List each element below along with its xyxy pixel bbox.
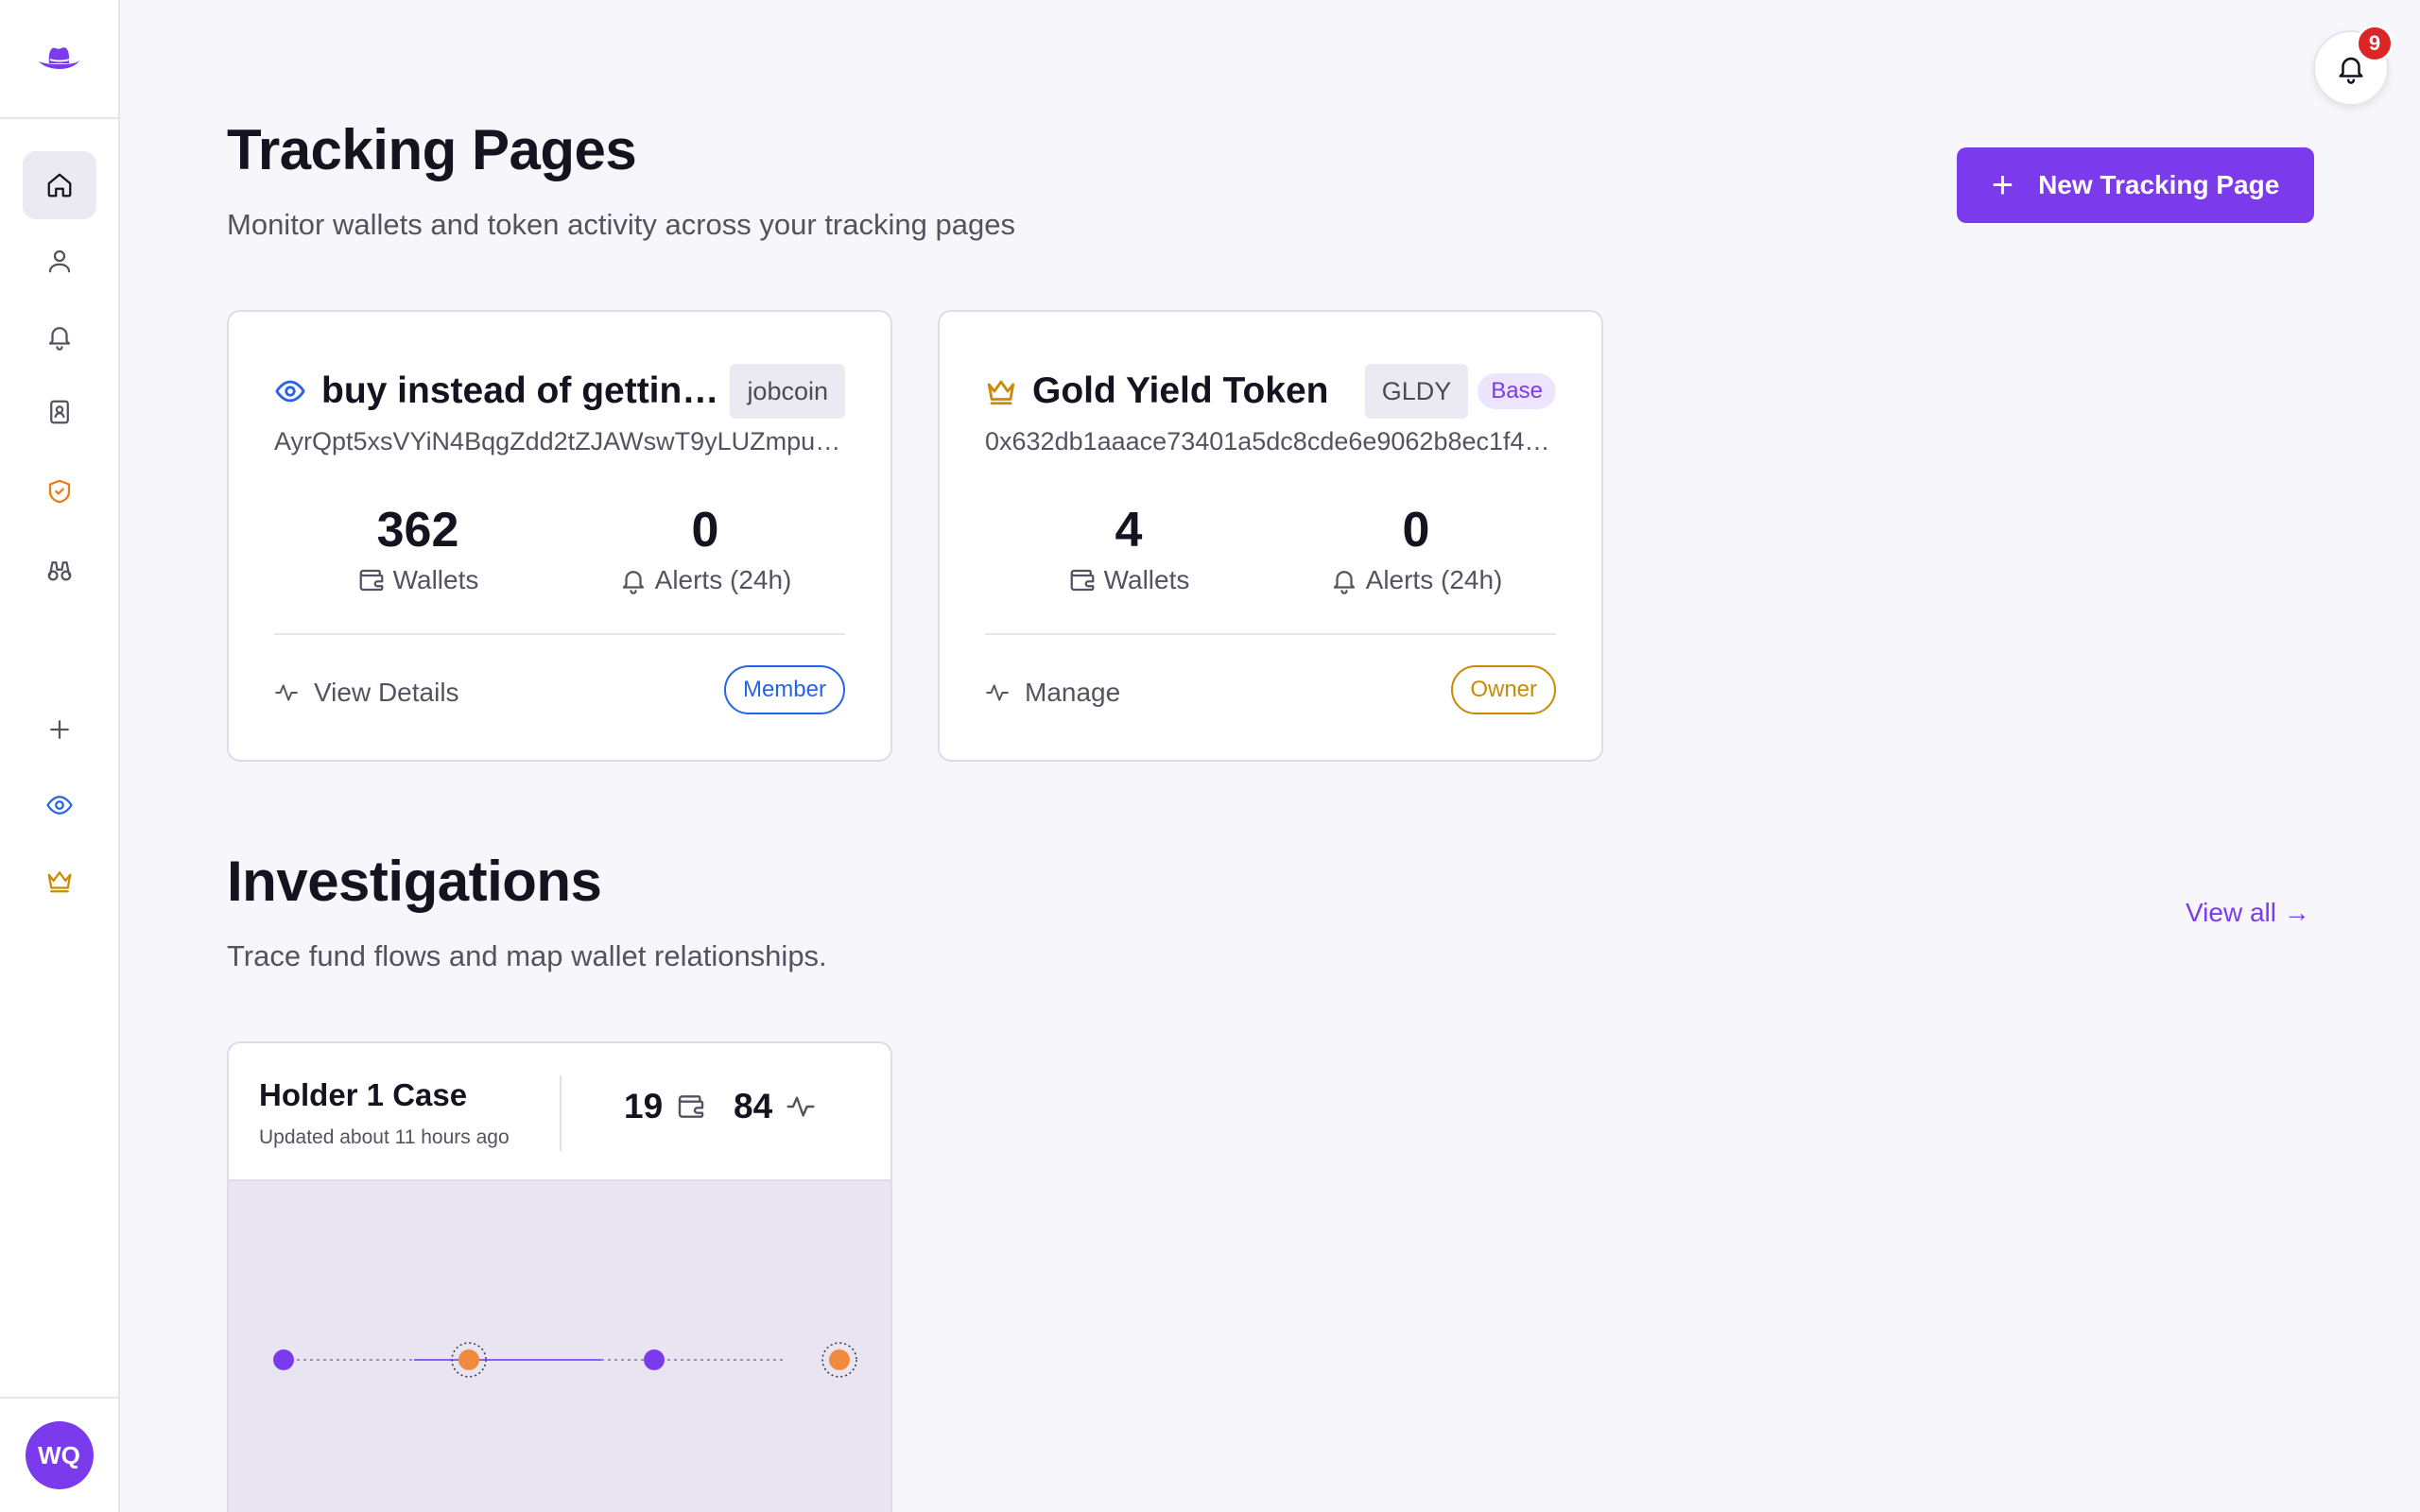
user-icon [48, 249, 71, 273]
tracking-card-name: Gold Yield Token [1032, 370, 1329, 411]
case-title: Holder 1 Case [259, 1077, 468, 1112]
page-subtitle: Monitor wallets and token activity acros… [227, 208, 1015, 241]
bell-icon [622, 571, 644, 595]
nav-home[interactable] [23, 151, 96, 219]
nav-tracking-page-gldy[interactable] [23, 847, 96, 915]
contact-book-icon [50, 400, 69, 424]
ticker-tag: jobcoin [730, 364, 845, 419]
wallet-icon [359, 570, 383, 592]
graph-node-wallet [273, 1349, 294, 1370]
tracking-card[interactable]: buy instead of getting jobbed by the sys… [227, 310, 892, 762]
manage-link[interactable]: Manage [985, 669, 1120, 716]
avatar[interactable]: WQ [25, 1421, 94, 1489]
investigation-card[interactable]: Holder 1 Case Updated about 11 hours ago… [227, 1041, 892, 1512]
investigations-subtitle: Trace fund flows and map wallet relation… [227, 939, 827, 972]
role-badge: Member [723, 665, 845, 714]
crown-icon [987, 380, 1015, 405]
home-icon [47, 173, 72, 198]
alerts-count: 0 [691, 503, 719, 558]
divider [985, 633, 1556, 635]
plus-icon [50, 720, 69, 739]
view-all-link[interactable]: View all → [2186, 898, 2310, 928]
alerts-count: 0 [1402, 503, 1430, 558]
eye-icon [275, 380, 305, 403]
new-tracking-page-label: New Tracking Page [2038, 170, 2280, 199]
tracking-card-name: buy instead of getting jobbed by the sys… [321, 370, 720, 411]
graph-node-flagged [829, 1349, 850, 1370]
cowboy-hat-icon [38, 47, 80, 69]
case-activity-metric: 84 [734, 1087, 816, 1126]
wallet-icon [1070, 570, 1094, 592]
shield-check-icon [48, 479, 71, 504]
case-flow-graph-preview [229, 1181, 890, 1512]
wallets-label: Wallets [1103, 565, 1190, 595]
page-title: Tracking Pages [227, 118, 637, 181]
notification-count-badge: 9 [2356, 25, 2394, 62]
nav-alerts[interactable] [23, 302, 96, 370]
eye-icon [46, 796, 73, 815]
graph-node-wallet [644, 1349, 665, 1370]
ticker-tag: GLDY [1364, 364, 1469, 419]
sidebar-footer: WQ [0, 1397, 118, 1512]
view-details-label: View Details [314, 678, 459, 707]
token-address: 0x632db1aaace73401a5dc8cde6e9062b8ec1f4a… [985, 427, 1560, 455]
sidebar: WQ [0, 0, 120, 1512]
token-address: AyrQpt5xsVYiN4BqgZdd2tZJAWswT9yLUZmpump [274, 427, 849, 455]
divider [560, 1075, 562, 1151]
crown-icon [47, 871, 72, 893]
alerts-label: Alerts (24h) [1365, 565, 1503, 595]
tracking-card-header: buy instead of getting jobbed by the sys… [274, 363, 845, 420]
wallets-stat: 4 Wallets [985, 501, 1272, 595]
view-details-link[interactable]: View Details [274, 669, 459, 716]
alerts-label: Alerts (24h) [654, 565, 792, 595]
investigation-card-header: Holder 1 Case Updated about 11 hours ago… [229, 1043, 890, 1181]
binoculars-icon [47, 561, 72, 581]
nav-contacts[interactable] [23, 378, 96, 446]
nav-security[interactable] [23, 457, 96, 525]
activity-icon [275, 684, 298, 701]
investigations-title: Investigations [227, 850, 602, 913]
graph-node-flagged [458, 1349, 479, 1370]
wallets-stat: 362 Wallets [274, 501, 562, 595]
activity-icon [986, 684, 1009, 701]
wallet-icon [678, 1095, 704, 1118]
tracking-card-header: Gold Yield Token GLDY Base [985, 363, 1556, 420]
wallets-label: Wallets [392, 565, 479, 595]
case-updated: Updated about 11 hours ago [259, 1126, 510, 1148]
manage-label: Manage [1025, 678, 1121, 707]
plus-icon: + [1991, 164, 2014, 206]
alerts-stat: 0 Alerts (24h) [1272, 501, 1560, 595]
bell-icon [48, 327, 71, 351]
case-activity-count: 84 [734, 1087, 773, 1125]
nav-new-tracking-page[interactable] [23, 696, 96, 764]
wallets-count: 362 [376, 503, 459, 558]
bell-icon [1333, 571, 1355, 595]
flow-graph [273, 1342, 857, 1378]
nav-investigations[interactable] [23, 537, 96, 605]
nav-profile[interactable] [23, 227, 96, 295]
divider [274, 633, 845, 635]
tracking-card[interactable]: Gold Yield Token GLDY Base 0x632db1aaace… [938, 310, 1603, 762]
activity-icon [786, 1096, 815, 1117]
chain-tag: Base [1478, 373, 1556, 409]
nav-tracking-page-jobcoin[interactable] [23, 771, 96, 839]
case-wallets-count: 19 [624, 1087, 664, 1125]
app-logo[interactable] [0, 0, 118, 119]
case-wallets-metric: 19 [624, 1087, 706, 1126]
role-badge: Owner [1451, 665, 1556, 714]
wallets-count: 4 [1115, 503, 1143, 558]
new-tracking-page-button[interactable]: + New Tracking Page [1957, 147, 2314, 223]
alerts-stat: 0 Alerts (24h) [562, 501, 849, 595]
